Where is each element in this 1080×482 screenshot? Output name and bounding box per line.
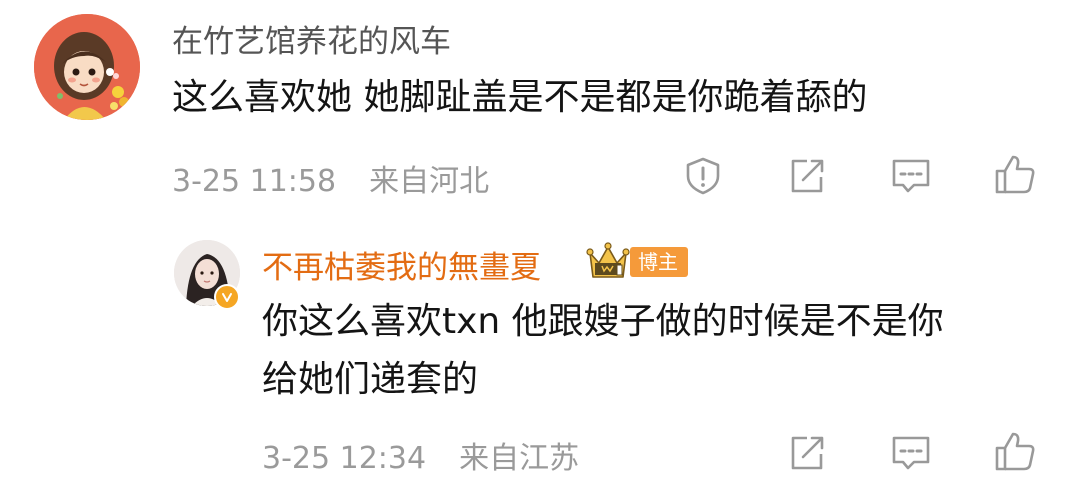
comment-timestamp: 3-25 11:58 bbox=[172, 164, 337, 199]
comment-location: 来自河北 bbox=[369, 164, 490, 199]
like-icon[interactable] bbox=[992, 151, 1038, 197]
share-icon[interactable] bbox=[784, 153, 830, 199]
blogger-badge: 博主 bbox=[630, 247, 688, 277]
commenter-avatar[interactable] bbox=[34, 14, 140, 120]
verified-badge-icon bbox=[214, 284, 240, 310]
blogger-username[interactable]: 不再枯萎我的無畫夏 bbox=[262, 242, 541, 287]
reply-timestamp: 3-25 12:34 bbox=[262, 441, 427, 476]
reply-icon[interactable] bbox=[888, 153, 934, 199]
like-icon[interactable] bbox=[992, 428, 1038, 474]
report-icon[interactable] bbox=[680, 153, 726, 199]
reply-text-line2: 给她们递套的 bbox=[262, 359, 479, 400]
comment-text: 这么喜欢她 她脚趾盖是不是都是你跪着舔的 bbox=[172, 77, 868, 118]
crown-badge-icon bbox=[586, 241, 630, 283]
reply-location: 来自江苏 bbox=[459, 441, 580, 476]
reply-icon[interactable] bbox=[888, 430, 934, 476]
comment-meta: 3-25 11:58 来自河北 bbox=[172, 156, 489, 200]
reply-meta: 3-25 12:34 来自江苏 bbox=[262, 433, 579, 477]
reply-text-line1: 你这么喜欢txn 他跟嫂子做的时候是不是你 bbox=[262, 301, 944, 342]
commenter-username[interactable]: 在竹艺馆养花的风车 bbox=[172, 16, 451, 61]
share-icon[interactable] bbox=[784, 430, 830, 476]
